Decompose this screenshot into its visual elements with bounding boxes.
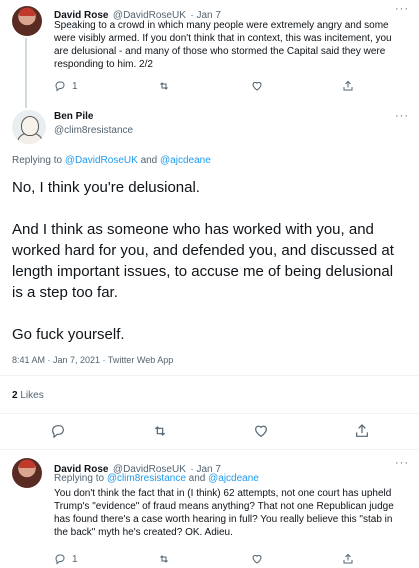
reply-tweet[interactable]: David Rose @DavidRoseUK · Jan 7 ··· Repl… — [0, 450, 419, 568]
tweet-actions: 1 — [54, 80, 354, 92]
tweet-timestamp[interactable]: 8:41 AM · Jan 7, 2021 · Twitter Web App — [12, 355, 173, 365]
like-button[interactable] — [251, 553, 263, 565]
divider — [0, 375, 419, 376]
tweet-paragraph: And I think as someone who has worked wi… — [12, 221, 394, 301]
share-button[interactable] — [342, 553, 354, 565]
share-icon — [343, 80, 353, 91]
likes-label: Likes — [20, 390, 44, 401]
replying-prefix: Replying to — [12, 155, 63, 166]
share-icon — [343, 553, 353, 564]
heart-icon — [251, 81, 262, 91]
divider — [0, 413, 419, 414]
retweet-button[interactable] — [157, 553, 171, 565]
more-icon[interactable]: ··· — [395, 457, 409, 469]
likes-stat[interactable]: 2 Likes — [12, 390, 44, 401]
avatar[interactable] — [12, 6, 42, 36]
share-button[interactable] — [342, 80, 354, 92]
heart-icon[interactable] — [253, 423, 269, 439]
tweet-text: You don't think the fact that in (I thin… — [54, 488, 394, 538]
author-name[interactable]: Ben Pile — [54, 111, 93, 122]
reply-icon — [55, 554, 65, 565]
share-icon[interactable] — [354, 423, 370, 439]
main-tweet: Ben Pile @clim8resistance ··· Replying t… — [0, 104, 419, 444]
avatar[interactable] — [12, 458, 42, 488]
retweet-button[interactable] — [157, 80, 171, 92]
avatar[interactable] — [12, 110, 46, 144]
retweet-icon — [160, 82, 168, 90]
reply-count: 1 — [72, 553, 78, 565]
reply-button[interactable]: 1 — [54, 80, 78, 92]
tweet-text: No, I think you're delusional. And I thi… — [12, 177, 407, 345]
mention-link[interactable]: @clim8resistance — [107, 473, 186, 484]
retweet-icon — [160, 555, 168, 563]
more-icon[interactable]: ··· — [395, 3, 409, 15]
reply-icon[interactable] — [50, 423, 66, 439]
author-handle[interactable]: @clim8resistance — [54, 125, 133, 136]
reply-button[interactable]: 1 — [54, 553, 78, 565]
like-button[interactable] — [251, 80, 263, 92]
replying-prefix: Replying to — [54, 473, 105, 484]
mention-link[interactable]: @ajcdeane — [208, 473, 259, 484]
replying-and: and — [188, 473, 206, 484]
main-tweet-actions — [50, 423, 370, 439]
retweet-icon[interactable] — [151, 423, 169, 439]
tweet-paragraph: Go fuck yourself. — [12, 326, 125, 343]
thread-line — [25, 38, 27, 108]
replying-and: and — [140, 155, 158, 166]
likes-count: 2 — [12, 390, 18, 401]
tweet-text: Speaking to a crowd in which many people… — [54, 20, 392, 70]
replying-to: Replying to @DavidRoseUK and @ajcdeane — [12, 155, 211, 166]
replying-to: Replying to @clim8resistance and @ajcdea… — [54, 473, 259, 484]
heart-icon — [251, 554, 262, 564]
mention-link[interactable]: @ajcdeane — [160, 155, 211, 166]
tweet-1[interactable]: David Rose @DavidRoseUK · Jan 7 ··· Spea… — [0, 0, 419, 98]
tweet-paragraph: No, I think you're delusional. — [12, 179, 200, 196]
reply-count: 1 — [72, 80, 78, 92]
reply-icon — [55, 81, 65, 92]
tweet-actions: 1 — [54, 553, 354, 565]
mention-link[interactable]: @DavidRoseUK — [65, 155, 138, 166]
more-icon[interactable]: ··· — [395, 110, 409, 122]
